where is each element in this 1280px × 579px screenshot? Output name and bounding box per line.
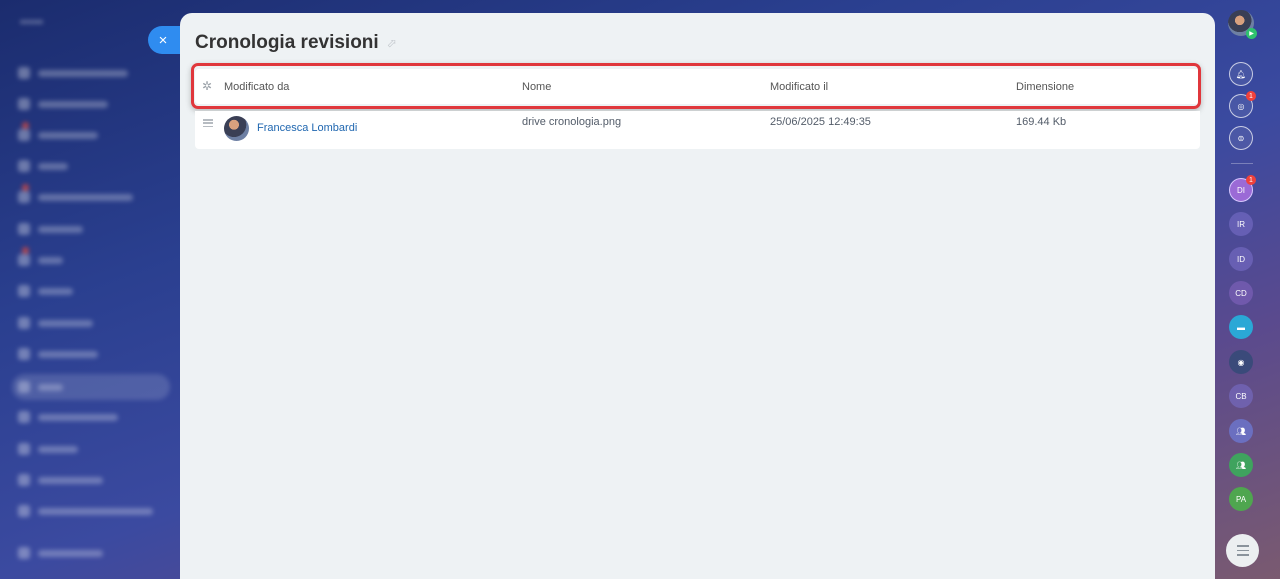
right-bar: ▶ 🔔︎ ◎ 1 ⊜ DI 1 IR ID CD ▬ ◉ CB 👥︎ 👥︎ PA — [1222, 0, 1280, 579]
group-icon-green[interactable]: 👥︎ — [1229, 453, 1253, 477]
hamburger-menu-icon[interactable] — [1226, 534, 1259, 567]
background-menu-item — [18, 282, 168, 300]
contact-avatar-ir[interactable]: IR — [1229, 212, 1253, 236]
revision-history-panel: Cronologia revisioni ⬀ ✲ Modificato da N… — [180, 13, 1215, 579]
contact-initials: IR — [1237, 219, 1245, 229]
contact-avatar-cb[interactable]: CB — [1229, 384, 1253, 408]
chat-bubble-icon[interactable]: ▬ — [1229, 315, 1253, 339]
gear-icon[interactable]: ✲ — [202, 80, 214, 92]
notification-badge: 1 — [1246, 91, 1256, 101]
cell-file-name: drive cronologia.png — [522, 116, 622, 128]
current-user-avatar[interactable]: ▶ — [1228, 10, 1257, 39]
background-menu-item — [18, 157, 168, 175]
table-row[interactable]: Francesca Lombardi drive cronologia.png … — [195, 111, 1200, 149]
cell-size: 169.44 Kb — [1016, 116, 1067, 128]
pin-icon[interactable]: ⬀ — [387, 36, 397, 50]
row-menu-icon[interactable] — [203, 119, 213, 127]
contact-initials: CB — [1235, 391, 1247, 401]
page-title: Cronologia revisioni — [195, 32, 379, 53]
contact-initials: DI — [1237, 185, 1245, 195]
background-sidebar: ▪▪▪▪▪ — [0, 0, 180, 579]
column-header-size[interactable]: Dimensione — [1016, 69, 1074, 104]
close-button[interactable]: × — [148, 26, 182, 54]
contact-initials: CD — [1235, 288, 1247, 298]
background-menu-item — [18, 502, 168, 520]
contact-badge: 1 — [1246, 175, 1256, 185]
background-menu-item — [18, 95, 168, 113]
background-menu-item — [18, 64, 168, 82]
cell-modified-on: 25/06/2025 12:49:35 — [770, 116, 871, 128]
group-icon[interactable]: 👥︎ — [1229, 419, 1253, 443]
background-menu-item — [18, 314, 168, 332]
background-menu-item — [18, 345, 168, 363]
table-header: ✲ Modificato da Nome Modificato il Dimen… — [195, 69, 1200, 104]
background-menu-item — [18, 247, 168, 269]
search-chat-icon[interactable]: ⊜ — [1229, 126, 1253, 150]
close-icon: × — [158, 31, 168, 49]
background-menu-item — [18, 220, 168, 238]
contact-initials: ID — [1237, 254, 1245, 264]
background-menu-item-active — [12, 374, 170, 400]
background-menu-item — [18, 471, 168, 489]
column-header-modified-on[interactable]: Modificato il — [770, 69, 828, 104]
contact-avatar-di[interactable]: DI 1 — [1229, 175, 1256, 202]
panel-title-wrap: Cronologia revisioni ⬀ — [195, 32, 397, 54]
user-link[interactable]: Francesca Lombardi — [257, 122, 357, 134]
avatar — [224, 116, 249, 141]
background-menu-item — [18, 408, 168, 426]
contact-avatar-pa[interactable]: PA — [1229, 487, 1253, 511]
separator — [1231, 163, 1253, 164]
column-header-modified-by[interactable]: Modificato da — [224, 69, 289, 104]
pulse-icon[interactable]: ◎ 1 — [1229, 91, 1256, 118]
contact-initials: PA — [1235, 494, 1247, 504]
contact-avatar-id[interactable]: ID — [1229, 247, 1253, 271]
background-logo: ▪▪▪▪▪ — [20, 14, 44, 29]
group-avatar[interactable]: ◉ — [1229, 350, 1253, 374]
background-menu-item — [18, 122, 168, 144]
background-menu-item — [18, 544, 168, 562]
contact-avatar-cd[interactable]: CD — [1229, 281, 1253, 305]
bell-icon[interactable]: 🔔︎ — [1229, 62, 1253, 86]
column-header-name[interactable]: Nome — [522, 69, 551, 104]
background-menu-item — [18, 440, 168, 458]
background-menu-item — [18, 184, 168, 206]
play-icon: ▶ — [1246, 28, 1257, 39]
